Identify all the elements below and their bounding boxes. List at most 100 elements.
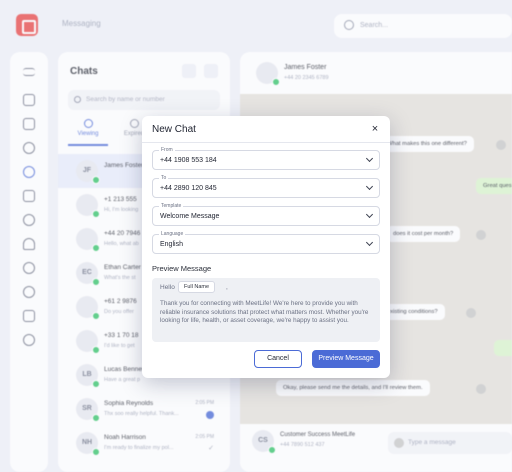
avatar: LB [76, 364, 100, 388]
avatar-initials: CS [258, 437, 268, 444]
emoji-react-icon[interactable] [496, 140, 506, 150]
checklist-icon[interactable] [23, 118, 35, 130]
chat-list-item[interactable]: NH Noah Harrison I'm ready to finalize m… [58, 426, 230, 460]
chat-search-input[interactable]: Search by name or number [68, 90, 220, 110]
eye-icon [83, 119, 93, 128]
tab-viewing-label: Viewing [77, 131, 99, 137]
language-select[interactable]: Language English [152, 231, 380, 254]
message-bubble: What makes this one different? [380, 136, 474, 152]
refresh-icon[interactable] [182, 64, 196, 78]
contacts-icon[interactable] [23, 142, 35, 154]
preview-comma: , [226, 284, 228, 291]
chat-time: 2:05 PM [195, 400, 214, 406]
online-status-dot [92, 278, 100, 286]
read-check-icon: ✓ [208, 445, 214, 452]
template-label: Template [159, 203, 184, 209]
menu-icon[interactable] [23, 68, 35, 76]
sender-phone: +44 7890 512 437 [280, 442, 325, 448]
emoji-react-icon[interactable] [466, 308, 476, 318]
avatar [76, 194, 100, 218]
avatar-initials: EC [82, 269, 92, 276]
gear-icon[interactable] [23, 334, 35, 346]
divider [142, 142, 390, 143]
message-icon[interactable] [23, 262, 35, 274]
chevron-down-icon [365, 210, 374, 219]
chevron-down-icon [365, 154, 374, 163]
message-bubble: Okay, please send me the details, and I'… [276, 380, 430, 396]
message-input[interactable]: Type a message [388, 432, 512, 454]
search-icon [74, 96, 81, 103]
chevron-down-icon [365, 182, 374, 191]
global-search[interactable]: Search... [334, 14, 512, 38]
settings-gear-icon[interactable] [23, 214, 35, 226]
conversation-header: James Foster +44 20 2345 6789 [240, 52, 512, 92]
search-icon [344, 20, 354, 30]
to-label: To [159, 175, 169, 181]
to-select[interactable]: To +44 2890 120 845 [152, 175, 380, 198]
avatar: EC [76, 262, 100, 286]
left-nav-rail [10, 52, 48, 472]
headset-icon[interactable] [23, 238, 35, 250]
message-input-placeholder: Type a message [408, 439, 456, 446]
lock-icon[interactable] [23, 310, 35, 322]
template-select[interactable]: Template Welcome Message [152, 203, 380, 226]
contact-name: James Foster [284, 64, 327, 71]
from-select[interactable]: From +44 1908 553 184 [152, 147, 380, 170]
chat-name: Lucas Bennet [104, 366, 144, 373]
online-status-dot [268, 446, 276, 454]
language-label: Language [159, 231, 186, 237]
user-settings-icon[interactable] [23, 286, 35, 298]
preview-message-label: Preview Message [152, 264, 212, 273]
close-icon[interactable]: × [368, 122, 382, 136]
online-status-dot [92, 380, 100, 388]
add-icon[interactable] [23, 94, 35, 106]
avatar: JF [76, 160, 100, 184]
avatar-initials: LB [82, 371, 92, 378]
emoji-icon[interactable] [394, 438, 404, 448]
compose-icon[interactable] [204, 64, 218, 78]
emoji-react-icon[interactable] [476, 230, 486, 240]
tab-viewing[interactable]: Viewing [68, 116, 108, 146]
global-search-placeholder: Search... [360, 22, 389, 29]
sender-name: Customer Success MeetLife [280, 432, 356, 438]
chat-name: +61 2 9876 [104, 298, 137, 305]
chat-list-item[interactable]: SR Sophia Reynolds Thx soo really helpfu… [58, 392, 230, 426]
cancel-button[interactable]: Cancel [254, 350, 302, 368]
chats-title: Chats [70, 66, 98, 77]
full-name-variable-chip: Full Name [178, 281, 216, 293]
chat-name: James Foster [104, 162, 144, 169]
preview-message-box: Hello Full Name , Thank you for connecti… [152, 278, 380, 342]
preview-greeting: Hello [160, 284, 175, 291]
emoji-react-icon[interactable] [476, 384, 486, 394]
avatar [256, 62, 280, 86]
chat-search-placeholder: Search by name or number [86, 96, 165, 103]
modal-title: New Chat [152, 124, 196, 135]
document-icon[interactable] [23, 190, 35, 202]
preview-body-text: Thank you for connecting with MeetLife! … [160, 300, 369, 324]
preview-message-button[interactable]: Preview Message [312, 350, 380, 368]
chat-name: +1 213 555 [104, 196, 137, 203]
avatar: NH [76, 432, 100, 456]
app-logo[interactable] [16, 14, 38, 36]
avatar-initials: SR [82, 405, 92, 412]
breadcrumb: Messaging [62, 19, 101, 28]
from-value: +44 1908 553 184 [160, 157, 217, 164]
avatar [76, 228, 100, 252]
language-value: English [160, 241, 183, 248]
avatar [76, 296, 100, 320]
message-bubble: does it cost per month? [386, 226, 461, 242]
to-value: +44 2890 120 845 [160, 185, 217, 192]
chevron-down-icon [365, 238, 374, 247]
chat-name: Ethan Carter [104, 264, 141, 271]
avatar: SR [76, 398, 100, 422]
chat-name: +33 1 70 18 [104, 332, 139, 339]
online-status-dot [92, 244, 100, 252]
avatar-initials: JF [82, 167, 92, 174]
chat-preview: I'm ready to finalize my pol... [104, 445, 174, 451]
online-status-dot [272, 78, 280, 86]
template-value: Welcome Message [160, 213, 220, 220]
conversation-footer: CS Customer Success MeetLife +44 7890 51… [240, 424, 512, 472]
online-status-dot [92, 414, 100, 422]
chat-icon[interactable] [23, 166, 35, 178]
avatar-initials: NH [81, 439, 93, 446]
